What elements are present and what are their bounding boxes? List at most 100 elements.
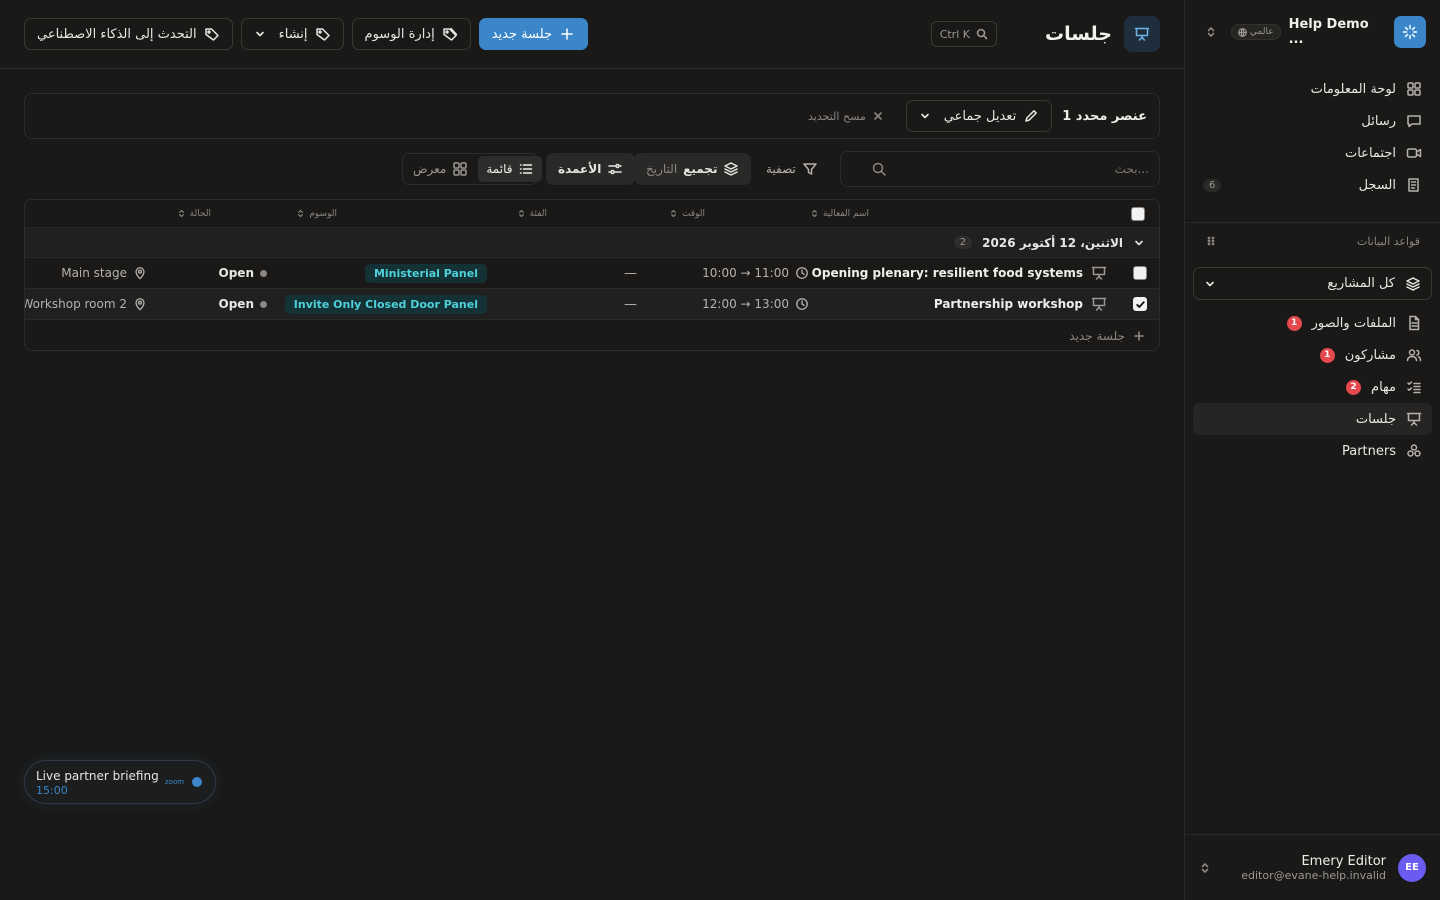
columns-label: الأعمدة xyxy=(558,162,602,176)
video-icon xyxy=(1406,148,1422,158)
live-meeting-card[interactable]: Live partner briefing 15:00 zoom xyxy=(24,760,216,804)
sidebar-item-participants[interactable]: مشاركون 1 xyxy=(1193,339,1432,371)
globe-icon xyxy=(1238,27,1247,37)
drag-handle-icon[interactable] xyxy=(1205,235,1217,247)
nav-item-dashboard[interactable]: لوحة المعلومات xyxy=(1193,73,1432,105)
tag-icon xyxy=(315,28,330,41)
nav-item-log[interactable]: السجل 6 xyxy=(1193,169,1432,201)
status-label: Open xyxy=(218,266,254,280)
location-cell[interactable]: Workshop room 2 xyxy=(25,289,147,319)
notification-badge: 1 xyxy=(1286,315,1302,331)
group-header[interactable]: الاثنين، 12 أكتوبر 2026 2 xyxy=(25,228,1159,258)
nav-item-meetings[interactable]: اجتماعات xyxy=(1193,137,1432,169)
user-email: editor@evane-help.invalid xyxy=(1241,868,1386,882)
chevron-down-icon xyxy=(1206,281,1214,286)
manage-tags-button[interactable]: إدارة الوسوم xyxy=(351,18,471,50)
nav-label: اجتماعات xyxy=(1344,145,1396,161)
sidebar-item-sessions[interactable]: جلسات xyxy=(1193,403,1432,435)
sidebar-item-partners[interactable]: Partners xyxy=(1193,435,1432,467)
list-view-tab[interactable]: قائمة xyxy=(478,156,543,182)
filter-label: تصفية xyxy=(766,162,796,176)
column-header-status[interactable]: الحالة xyxy=(177,200,211,227)
filter-button[interactable]: تصفية xyxy=(754,153,830,185)
user-menu[interactable]: EE Emery Editor editor@evane-help.invali… xyxy=(1185,834,1440,900)
sliders-icon xyxy=(608,163,623,175)
divider xyxy=(1185,222,1440,223)
create-dropdown[interactable]: إنشاء xyxy=(240,18,344,50)
partners-icon xyxy=(1407,444,1421,457)
workspace-logo-icon xyxy=(1394,16,1426,48)
column-label: الحالة xyxy=(189,208,211,219)
gallery-view-tab[interactable]: معرض xyxy=(405,156,476,182)
column-header-time[interactable]: الوقت xyxy=(669,200,705,227)
row-checkbox[interactable] xyxy=(1133,289,1147,319)
event-name-cell[interactable]: Opening plenary: resilient food systems xyxy=(812,258,1107,288)
columns-button[interactable]: الأعمدة xyxy=(546,153,636,185)
sidebar-item-tasks[interactable]: مهام 2 xyxy=(1193,371,1432,403)
group-by-button[interactable]: تجميع التاريخ xyxy=(634,153,752,185)
group-by-label: تجميع xyxy=(683,162,718,176)
clear-selection-button[interactable]: مسح التحديد xyxy=(808,110,884,123)
column-header-tags[interactable]: الوسوم xyxy=(296,200,337,227)
presentation-icon xyxy=(1406,412,1422,426)
time-cell[interactable]: 12:00 → 13:00 xyxy=(702,289,809,319)
sort-icon xyxy=(811,209,817,218)
command-search-button[interactable]: Ctrl K xyxy=(930,21,997,47)
new-session-button[interactable]: جلسة جديد xyxy=(478,18,589,50)
category-cell[interactable]: — xyxy=(624,289,637,319)
notification-badge: 1 xyxy=(1319,347,1335,363)
event-name: Partnership workshop xyxy=(933,297,1083,311)
chevron-down-icon[interactable] xyxy=(1133,237,1145,249)
group-by-value: التاريخ xyxy=(646,162,678,176)
databases-title: قواعد البيانات xyxy=(1357,235,1420,248)
column-header-category[interactable]: الفئة xyxy=(517,200,547,227)
column-header-name[interactable]: اسم الفعالية xyxy=(810,200,869,227)
sidebar-item-files[interactable]: الملفات والصور 1 xyxy=(1193,307,1432,339)
chevron-updown-icon[interactable] xyxy=(1199,26,1223,38)
tags-cell[interactable]: Invite Only Closed Door Panel xyxy=(284,289,487,319)
shortcut-label: Ctrl K xyxy=(939,27,970,41)
database-nav: الملفات والصور 1 مشاركون 1 مهام 2 جلسات … xyxy=(1193,307,1432,467)
page-header: جلسات Ctrl K التحدث إلى الذكاء الاصطناعي… xyxy=(0,0,1184,69)
table-row[interactable]: Partnership workshop 12:00 → 13:00 — Inv… xyxy=(25,289,1159,320)
page-title-group: جلسات Ctrl K xyxy=(930,16,1160,52)
new-session-label: جلسة جديد xyxy=(491,26,553,42)
status-label: Open xyxy=(218,297,254,311)
table-row[interactable]: Opening plenary: resilient food systems … xyxy=(25,258,1159,289)
project-select[interactable]: كل المشاريع xyxy=(1193,267,1432,300)
sessions-table: اسم الفعالية الوقت الفئة الوسوم الحالة ا… xyxy=(24,199,1160,351)
search-icon xyxy=(872,162,886,176)
avatar: EE xyxy=(1398,853,1426,882)
filter-icon xyxy=(803,163,817,175)
clock-icon xyxy=(796,298,808,310)
bulk-edit-dropdown[interactable]: تعديل جماعي xyxy=(905,100,1053,132)
nav-item-messages[interactable]: رسائل xyxy=(1193,105,1432,137)
sort-icon xyxy=(178,209,184,218)
status-cell[interactable]: Open xyxy=(219,289,267,319)
select-all-checkbox[interactable] xyxy=(1131,200,1145,227)
file-icon xyxy=(1409,315,1420,331)
ask-ai-button[interactable]: التحدث إلى الذكاء الاصطناعي xyxy=(24,18,233,50)
live-meeting-title: Live partner briefing xyxy=(36,769,159,783)
location-cell[interactable]: Main stage xyxy=(61,258,147,288)
group-label: الاثنين، 12 أكتوبر 2026 xyxy=(982,235,1123,250)
sidebar-item-label: الملفات والصور xyxy=(1311,315,1396,331)
sidebar-item-label: جلسات xyxy=(1355,411,1396,427)
event-name-cell[interactable]: Partnership workshop xyxy=(934,289,1107,319)
chevron-updown-icon[interactable] xyxy=(1199,862,1211,874)
sort-icon xyxy=(518,209,524,218)
status-cell[interactable]: Open xyxy=(219,258,267,288)
search-input[interactable]: بحث... xyxy=(840,151,1160,187)
zoom-logo: zoom xyxy=(165,778,185,786)
add-row-button[interactable]: جلسة جديد xyxy=(25,320,1159,350)
grid-icon xyxy=(453,162,468,176)
sidebar-item-label: مهام xyxy=(1371,379,1396,395)
tags-cell[interactable]: Ministerial Panel xyxy=(364,258,487,288)
row-checkbox[interactable] xyxy=(1133,258,1147,288)
table-header: اسم الفعالية الوقت الفئة الوسوم الحالة xyxy=(25,200,1159,228)
category-cell[interactable]: — xyxy=(624,258,637,288)
status-dot xyxy=(260,300,267,308)
time-cell[interactable]: 10:00 → 11:00 xyxy=(702,258,809,288)
workspace-switcher[interactable]: Help Demo ... عالمي xyxy=(1199,14,1426,50)
clock-icon xyxy=(796,267,808,279)
